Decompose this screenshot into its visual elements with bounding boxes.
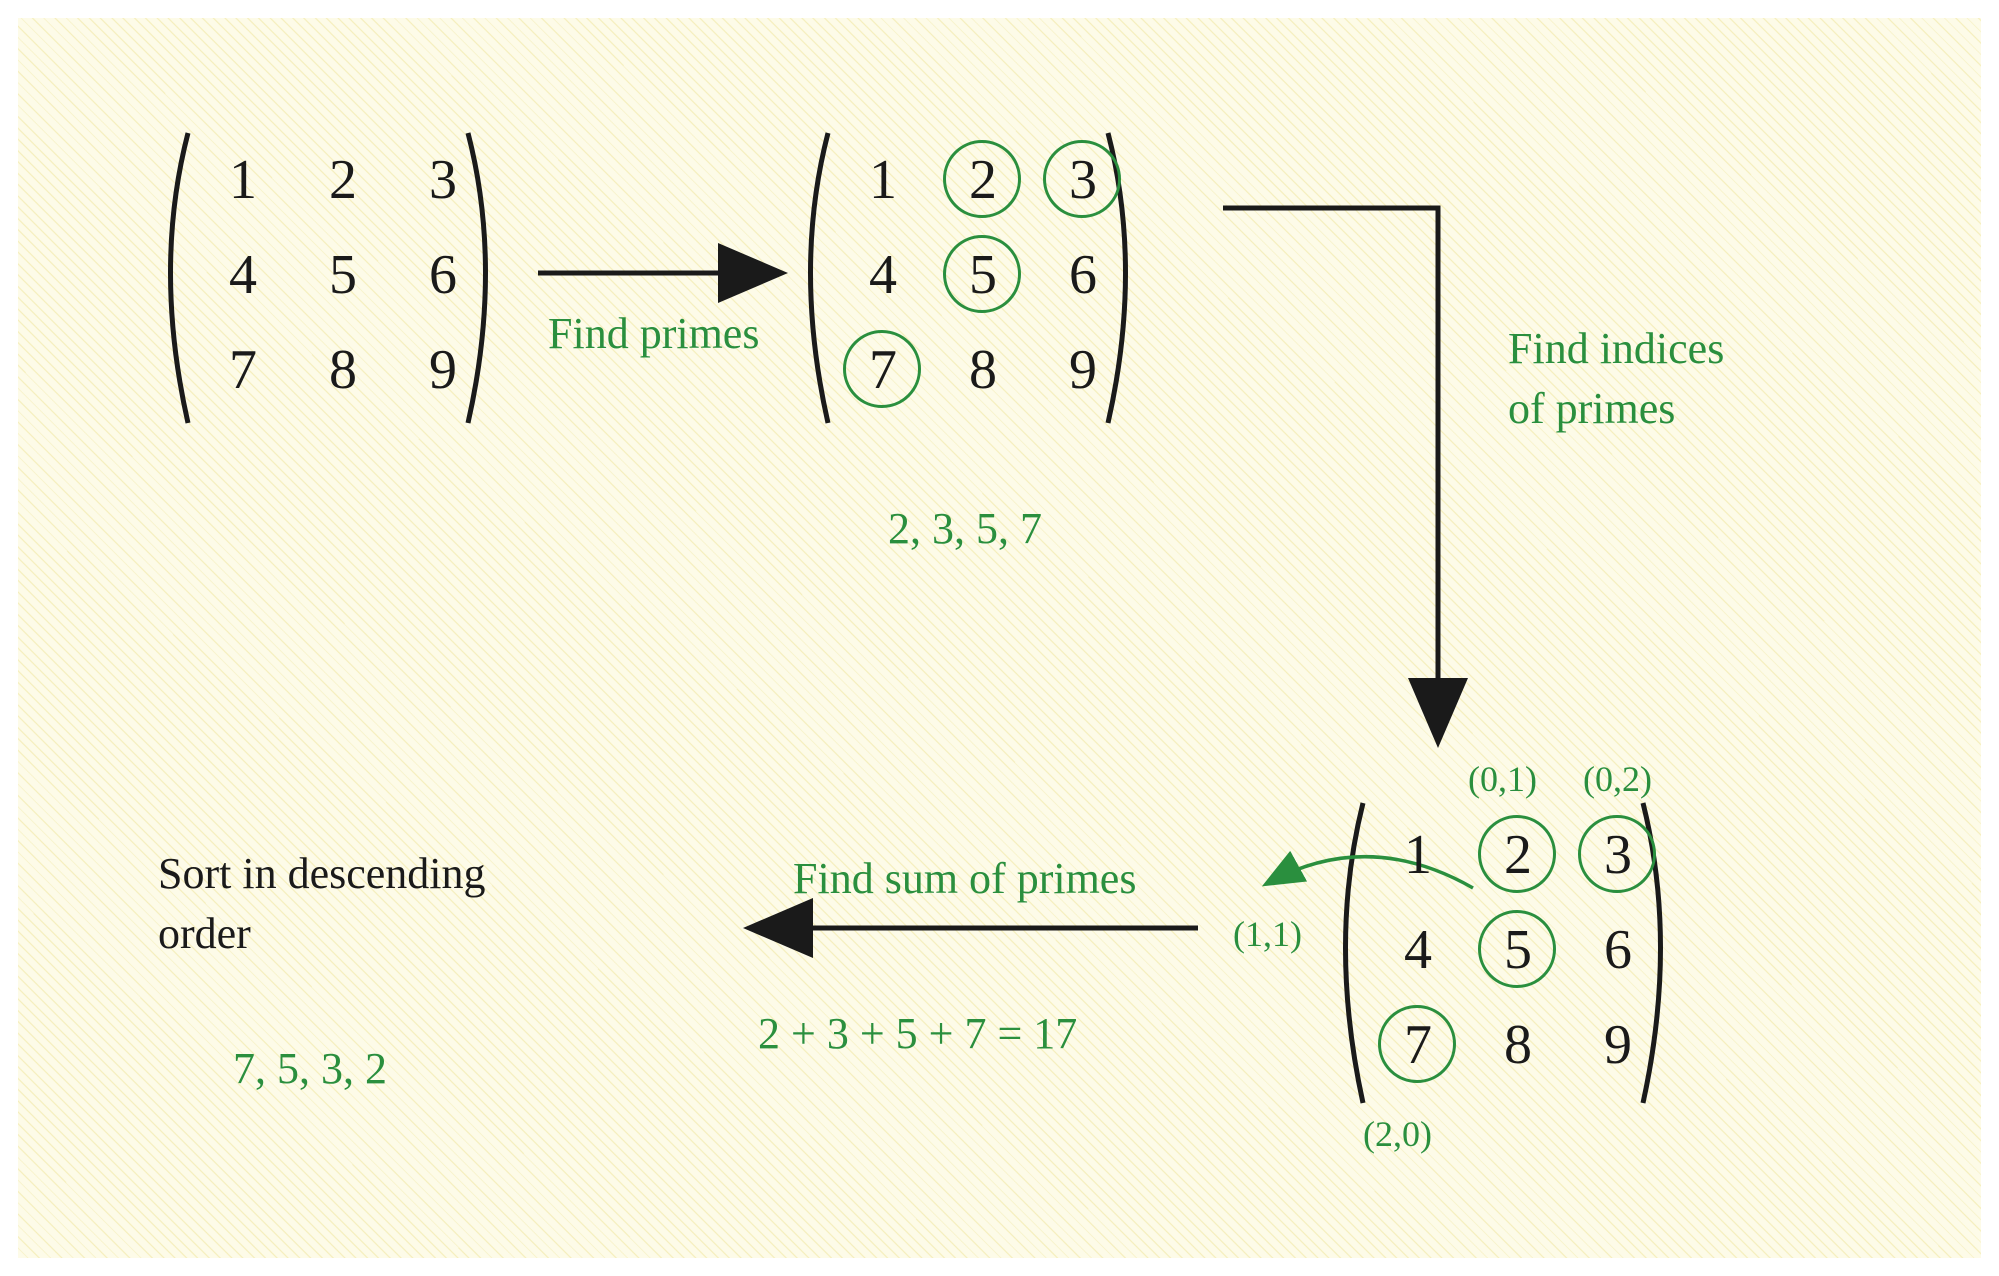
label-primes-list: 2, 3, 5, 7 <box>888 503 1042 556</box>
m3-c12: 6 <box>1588 918 1648 982</box>
m2-c11: 5 <box>953 243 1013 307</box>
m1-c01: 2 <box>313 148 373 212</box>
diagram-stage: 1 2 3 4 5 6 7 8 9 1 2 3 4 5 6 7 8 9 1 2 … <box>18 18 1981 1258</box>
m1-c20: 7 <box>213 338 273 402</box>
m3-c22: 9 <box>1588 1013 1648 1077</box>
m2-c10: 4 <box>853 243 913 307</box>
m3-c11: 5 <box>1488 918 1548 982</box>
label-find-primes: Find primes <box>548 308 759 361</box>
m1-c00: 1 <box>213 148 273 212</box>
index-label-11: (1,1) <box>1233 913 1302 955</box>
index-label-20: (2,0) <box>1363 1113 1432 1155</box>
label-sum-expr: 2 + 3 + 5 + 7 = 17 <box>758 1008 1077 1061</box>
m3-c10: 4 <box>1388 918 1448 982</box>
m3-c00: 1 <box>1388 823 1448 887</box>
label-sort-1: Sort in descending <box>158 848 486 901</box>
m2-c02: 3 <box>1053 148 1113 212</box>
label-sorted-list: 7, 5, 3, 2 <box>233 1043 387 1096</box>
m3-c01: 2 <box>1488 823 1548 887</box>
index-label-01: (0,1) <box>1468 758 1537 800</box>
m1-c12: 6 <box>413 243 473 307</box>
m2-c00: 1 <box>853 148 913 212</box>
m1-c02: 3 <box>413 148 473 212</box>
m3-c21: 8 <box>1488 1013 1548 1077</box>
index-label-02: (0,2) <box>1583 758 1652 800</box>
m2-c12: 6 <box>1053 243 1113 307</box>
label-find-indices-2: of primes <box>1508 383 1675 436</box>
m1-c21: 8 <box>313 338 373 402</box>
m3-c02: 3 <box>1588 823 1648 887</box>
m1-c22: 9 <box>413 338 473 402</box>
m2-c21: 8 <box>953 338 1013 402</box>
m1-c10: 4 <box>213 243 273 307</box>
m2-c22: 9 <box>1053 338 1113 402</box>
m2-c01: 2 <box>953 148 1013 212</box>
label-sort-2: order <box>158 908 251 961</box>
label-find-indices-1: Find indices <box>1508 323 1724 376</box>
m2-c20: 7 <box>853 338 913 402</box>
label-find-sum: Find sum of primes <box>793 853 1136 906</box>
m3-c20: 7 <box>1388 1013 1448 1077</box>
m1-c11: 5 <box>313 243 373 307</box>
